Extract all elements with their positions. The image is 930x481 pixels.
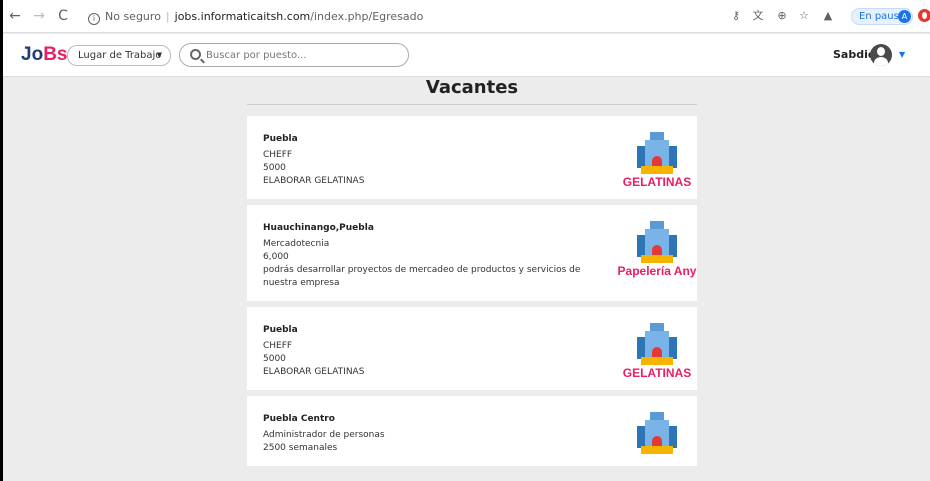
user-menu[interactable]: Sabdiel ▼ [833,44,905,68]
vacancy-position: Mercadotecnia [263,239,330,249]
company-logo [617,412,697,454]
vacancy-description: ELABORAR GELATINAS [263,367,365,377]
vacancy-card[interactable]: Puebla Centro Administrador de personas … [247,396,697,466]
browser-toolbar: ← → C i No seguro | jobs.informaticaitsh.co… [3,0,930,33]
forward-arrow-icon[interactable]: → [31,8,47,24]
key-icon[interactable]: ⚷ [729,9,743,23]
profile-avatar: A [898,10,911,23]
vacancy-salary: 5000 [263,163,286,173]
vacancy-salary: 6,000 [263,252,289,262]
url-security-label: No seguro [105,10,161,23]
search-input[interactable] [206,47,401,63]
chevron-down-icon: ▼ [899,50,906,59]
jobs-logo[interactable]: JoBs [21,45,67,65]
reload-icon[interactable]: C [55,8,71,24]
caret-down-icon: ▼ [156,51,162,59]
address-bar[interactable]: i No seguro | jobs.informaticaitsh.com/inde… [88,7,423,26]
building-icon [637,323,677,365]
workplace-select-value: Lugar de Trabajo [78,50,162,61]
translate-icon[interactable]: 文 [751,9,765,23]
logo-text-bs: Bs [43,44,68,65]
sync-paused-button[interactable]: En pausa A [851,8,913,25]
user-avatar-icon [870,44,892,66]
workplace-select[interactable]: Lugar de Trabajo ▼ [67,45,171,66]
extension-icon[interactable]: ▲ [821,9,835,23]
vacancy-position: CHEFF [263,341,293,351]
vacancy-salary: 2500 semanales [263,443,338,453]
company-name: GELATINAS [622,175,692,189]
vacancy-location: Huauchinango,Puebla [263,223,374,233]
vacancy-position: CHEFF [263,150,293,160]
vacancy-description: podrás desarrollar proyectos de mercadeo… [263,265,581,288]
app-navbar: JoBs Lugar de Trabajo ▼ Sabdiel ▼ [3,34,930,77]
logo-text-jo: Jo [21,44,44,65]
url-separator: | [165,10,170,23]
company-logo: GELATINAS [617,323,697,380]
url-host: jobs.informaticaitsh.com [174,10,311,23]
vacancy-list: Puebla CHEFF 5000 ELABORAR GELATINAS GEL… [247,116,697,472]
company-name: Papelería Any [617,264,697,278]
browser-window: ← → C i No seguro | jobs.informaticaitsh.co… [3,0,930,481]
vacancy-position: Administrador de personas [263,430,385,440]
url-path: /index.php/Egresado [310,10,424,23]
vacancy-description: ELABORAR GELATINAS [263,176,365,186]
vacancy-card[interactable]: Puebla CHEFF 5000 ELABORAR GELATINAS GEL… [247,116,697,199]
search-box[interactable] [179,43,409,67]
company-logo: Papelería Any [617,221,697,278]
search-icon [190,49,201,60]
back-arrow-icon[interactable]: ← [7,8,23,24]
vacancy-location: Puebla [263,325,298,335]
vacancy-location: Puebla Centro [263,414,335,424]
company-name: GELATINAS [622,366,692,380]
vacancy-card[interactable]: Huauchinango,Puebla Mercadotecnia 6,000 … [247,205,697,301]
opera-icon[interactable] [918,9,930,22]
vacancy-salary: 5000 [263,354,286,364]
vacancy-card[interactable]: Puebla CHEFF 5000 ELABORAR GELATINAS GEL… [247,307,697,390]
company-logo: GELATINAS [617,132,697,189]
building-icon [637,132,677,174]
zoom-icon[interactable]: ⊕ [775,9,789,23]
page-title: Vacantes [247,78,697,105]
info-icon[interactable]: i [88,13,100,25]
star-icon[interactable]: ☆ [797,9,811,23]
building-icon [637,412,677,454]
vacancy-location: Puebla [263,134,298,144]
building-icon [637,221,677,263]
